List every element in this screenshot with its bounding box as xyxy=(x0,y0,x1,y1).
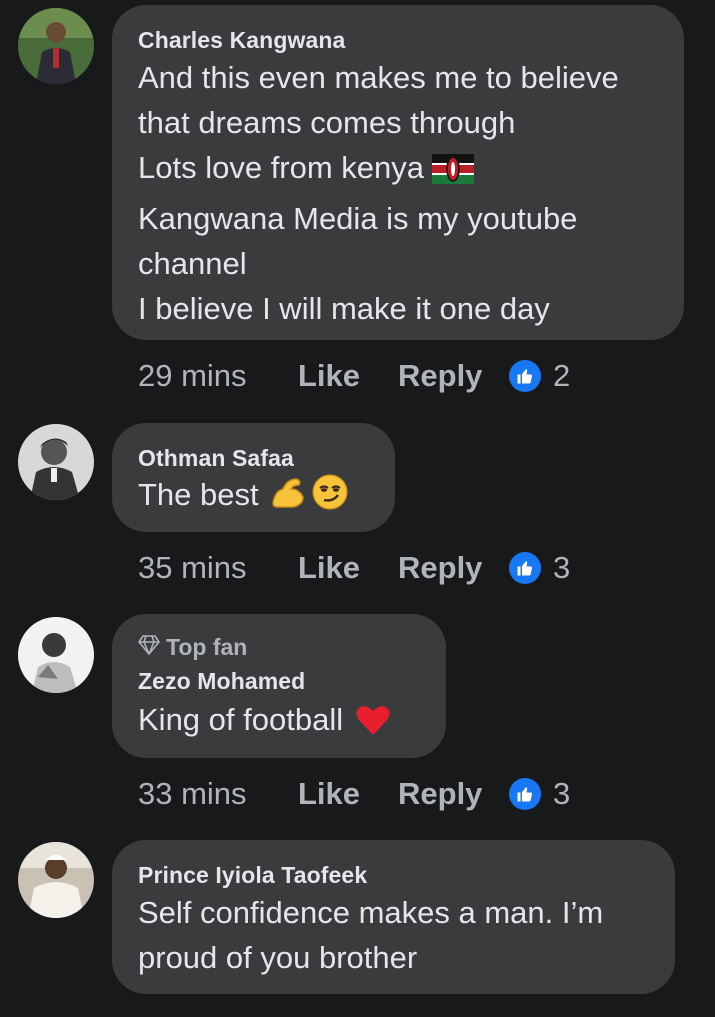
avatar[interactable] xyxy=(18,617,94,693)
red-heart-icon xyxy=(355,702,391,752)
comment-timestamp[interactable]: 29 mins xyxy=(138,358,298,394)
top-fan-label: Top fan xyxy=(166,634,248,660)
avatar[interactable] xyxy=(18,8,94,84)
comment-bubble[interactable]: Charles Kangwana And this even makes me … xyxy=(112,5,684,340)
comment-text-line: King of football xyxy=(138,696,420,752)
thumbs-up-icon xyxy=(509,552,541,584)
smirking-face-icon xyxy=(311,473,349,521)
comment-text-line: proud of you brother xyxy=(138,940,418,975)
reaction-summary[interactable]: 3 xyxy=(509,550,570,586)
avatar[interactable] xyxy=(18,424,94,500)
thumbs-up-icon xyxy=(509,778,541,810)
like-button[interactable]: Like xyxy=(298,358,398,394)
comment-text-line: The best xyxy=(138,473,369,521)
comment-timestamp[interactable]: 33 mins xyxy=(138,776,298,812)
comment-author[interactable]: Zezo Mohamed xyxy=(138,666,420,696)
comment-actions: 29 mins Like Reply 2 xyxy=(138,356,570,396)
avatar-photo-icon xyxy=(18,8,94,84)
comment-author[interactable]: Othman Safaa xyxy=(138,443,369,473)
comment-text-line: that dreams comes through xyxy=(138,105,516,140)
avatar-photo-icon xyxy=(18,842,94,918)
reaction-summary[interactable]: 3 xyxy=(509,776,570,812)
like-button[interactable]: Like xyxy=(298,550,398,586)
thumbs-up-icon xyxy=(509,360,541,392)
comment-actions: 33 mins Like Reply 3 xyxy=(138,774,570,814)
comment-text-line: And this even makes me to believe xyxy=(138,60,619,95)
comment-bubble[interactable]: Top fan Zezo Mohamed King of football xyxy=(112,614,446,758)
diamond-icon xyxy=(138,632,160,662)
reaction-summary[interactable]: 2 xyxy=(509,358,570,394)
comment-text-line: I believe I will make it one day xyxy=(138,291,550,326)
reply-button[interactable]: Reply xyxy=(398,776,509,812)
reaction-count: 3 xyxy=(553,550,571,585)
flexed-biceps-icon xyxy=(269,473,307,521)
comment-timestamp[interactable]: 35 mins xyxy=(138,550,298,586)
comment-actions: 35 mins Like Reply 3 xyxy=(138,548,570,588)
comment-bubble[interactable]: Othman Safaa The best xyxy=(112,423,395,532)
comment-text-line: Lots love from kenya xyxy=(138,145,658,196)
kenya-flag-icon xyxy=(432,151,475,196)
avatar-photo-icon xyxy=(18,617,94,693)
reply-button[interactable]: Reply xyxy=(398,358,509,394)
reaction-count: 3 xyxy=(553,776,571,811)
comment-text-line: Self confidence makes a man. I’m xyxy=(138,895,604,930)
comment-text-line: Kangwana Media is my youtube xyxy=(138,201,578,236)
comment-bubble[interactable]: Prince Iyiola Taofeek Self confidence ma… xyxy=(112,840,675,994)
reaction-count: 2 xyxy=(553,358,571,393)
avatar[interactable] xyxy=(18,842,94,918)
avatar-photo-icon xyxy=(18,424,94,500)
like-button[interactable]: Like xyxy=(298,776,398,812)
top-fan-badge: Top fan xyxy=(138,632,420,662)
comment-text-line: channel xyxy=(138,246,247,281)
comments-feed: Charles Kangwana And this even makes me … xyxy=(0,0,715,1017)
reply-button[interactable]: Reply xyxy=(398,550,509,586)
comment-author[interactable]: Charles Kangwana xyxy=(138,25,658,55)
comment-author[interactable]: Prince Iyiola Taofeek xyxy=(138,860,649,890)
